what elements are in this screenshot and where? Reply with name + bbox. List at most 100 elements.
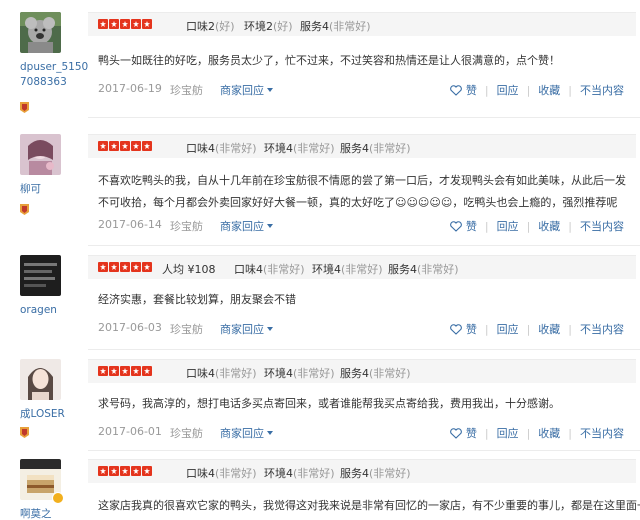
separator: | <box>526 322 531 336</box>
separator: | <box>484 426 489 440</box>
star-icon <box>98 19 108 29</box>
report-button[interactable]: 不当内容 <box>580 425 624 441</box>
star-rating <box>98 466 152 476</box>
shop-name[interactable]: 珍宝舫 <box>170 82 203 98</box>
username[interactable]: 成LOSER <box>20 407 90 422</box>
taste-score: 口味4(非常好) <box>234 263 305 276</box>
favorite-button[interactable]: 收藏 <box>538 218 560 234</box>
taste-score: 口味4(非常好) <box>186 367 257 380</box>
merchant-reply-toggle[interactable]: 商家回应 <box>220 82 273 98</box>
service-score: 服务4(非常好) <box>340 467 411 480</box>
review-item: 啊莫之 口味4(非常好) 环境4(非常好) 服务4(非常好) 这家店我真的很喜欢… <box>0 459 640 520</box>
heart-outline-icon[interactable] <box>449 427 462 439</box>
triangle-down-icon <box>267 224 273 228</box>
report-button[interactable]: 不当内容 <box>580 321 624 337</box>
separator: | <box>568 83 572 97</box>
star-icon <box>98 466 108 476</box>
like-button[interactable]: 赞 <box>466 425 477 441</box>
favorite-button[interactable]: 收藏 <box>538 321 560 337</box>
service-score: 服务4(非常好) <box>388 263 459 276</box>
review-text: 不喜欢吃鸭头的我，自从十几年前在珍宝舫很不情愿的尝了第一口后，才发现鸭头会有如此… <box>98 174 626 209</box>
star-icon <box>109 141 119 151</box>
star-icon <box>109 366 119 376</box>
star-icon <box>109 19 119 29</box>
shop-name[interactable]: 珍宝舫 <box>170 321 203 337</box>
medal-icon <box>20 102 29 113</box>
report-button[interactable]: 不当内容 <box>580 218 624 234</box>
service-score: 服务4(非常好) <box>340 367 411 380</box>
review-text: 这家店我真的很喜欢它家的鸭头，我觉得这对我来说是非常有回忆的一家店，有不少重要的… <box>98 499 640 512</box>
star-icon <box>131 262 141 272</box>
merchant-reply-toggle[interactable]: 商家回应 <box>220 425 273 441</box>
environment-score: 环境4(非常好) <box>264 367 335 380</box>
report-button[interactable]: 不当内容 <box>580 82 624 98</box>
taste-score: 口味2(好) <box>186 20 235 33</box>
rating-bar: 口味2(好) 环境2(好) 服务4(非常好) <box>88 12 636 36</box>
separator: | <box>568 426 572 440</box>
avatar[interactable] <box>20 359 61 400</box>
separator: | <box>568 322 572 336</box>
environment-score: 环境4(非常好) <box>312 263 383 276</box>
review-actions: 赞 | 回应 | 收藏 | 不当内容 <box>449 218 624 234</box>
favorite-button[interactable]: 收藏 <box>538 425 560 441</box>
triangle-down-icon <box>267 431 273 435</box>
star-icon <box>142 141 152 151</box>
avatar[interactable] <box>20 134 61 175</box>
star-rating <box>98 366 152 376</box>
star-icon <box>109 262 119 272</box>
star-icon <box>131 366 141 376</box>
reply-button[interactable]: 回应 <box>497 82 519 98</box>
username[interactable]: 柳可 <box>20 182 90 197</box>
reply-button[interactable]: 回应 <box>497 321 519 337</box>
service-score: 服务4(非常好) <box>340 142 411 155</box>
star-icon <box>98 141 108 151</box>
environment-score: 环境4(非常好) <box>264 467 335 480</box>
avatar[interactable] <box>20 12 61 53</box>
like-button[interactable]: 赞 <box>466 321 477 337</box>
username[interactable]: 啊莫之 <box>20 507 90 520</box>
username[interactable]: oragen <box>20 303 90 318</box>
star-icon <box>142 262 152 272</box>
review-date: 2017-06-01 <box>98 425 162 438</box>
heart-outline-icon[interactable] <box>449 323 462 335</box>
heart-outline-icon[interactable] <box>449 220 462 232</box>
reply-button[interactable]: 回应 <box>497 425 519 441</box>
triangle-down-icon <box>267 327 273 331</box>
star-icon <box>120 262 130 272</box>
review-meta: 2017-06-19 珍宝舫 商家回应 赞 | 回应 | 收藏 | 不当内容 <box>98 80 636 100</box>
triangle-down-icon <box>267 88 273 92</box>
separator: | <box>568 219 572 233</box>
star-icon <box>109 466 119 476</box>
star-icon <box>98 366 108 376</box>
rating-bar: 口味4(非常好) 环境4(非常好) 服务4(非常好) <box>88 359 636 383</box>
star-rating <box>98 141 152 151</box>
divider <box>88 117 640 118</box>
username[interactable]: dpuser_51507088363 <box>20 60 90 90</box>
separator: | <box>526 219 531 233</box>
review-date: 2017-06-03 <box>98 321 162 334</box>
star-icon <box>120 141 130 151</box>
review-meta: 2017-06-01 珍宝舫 商家回应 赞 | 回应 | 收藏 | 不当内容 <box>98 423 636 443</box>
review-date: 2017-06-14 <box>98 218 162 231</box>
merchant-reply-toggle[interactable]: 商家回应 <box>220 321 273 337</box>
environment-score: 环境4(非常好) <box>264 142 335 155</box>
favorite-button[interactable]: 收藏 <box>538 82 560 98</box>
review-text: 经济实惠，套餐比较划算，朋友聚会不错 <box>98 293 296 306</box>
divider <box>88 349 640 350</box>
star-icon <box>142 19 152 29</box>
avatar[interactable] <box>20 255 61 296</box>
review-meta: 2017-06-14 珍宝舫 商家回应 赞 | 回应 | 收藏 | 不当内容 <box>98 216 636 236</box>
reply-button[interactable]: 回应 <box>497 218 519 234</box>
star-icon <box>98 262 108 272</box>
separator: | <box>526 83 531 97</box>
shop-name[interactable]: 珍宝舫 <box>170 425 203 441</box>
merchant-reply-toggle[interactable]: 商家回应 <box>220 218 273 234</box>
review-text: 鸭头一如既往的好吃，服务员太少了，忙不过来，不过笑容和热情还是让人很满意的，点个… <box>98 54 560 67</box>
review-item: 成LOSER 口味4(非常好) 环境4(非常好) 服务4(非常好) 求号码，我高… <box>0 359 640 451</box>
shop-name[interactable]: 珍宝舫 <box>170 218 203 234</box>
star-icon <box>131 466 141 476</box>
heart-outline-icon[interactable] <box>449 84 462 96</box>
like-button[interactable]: 赞 <box>466 218 477 234</box>
like-button[interactable]: 赞 <box>466 82 477 98</box>
review-actions: 赞 | 回应 | 收藏 | 不当内容 <box>449 82 624 98</box>
